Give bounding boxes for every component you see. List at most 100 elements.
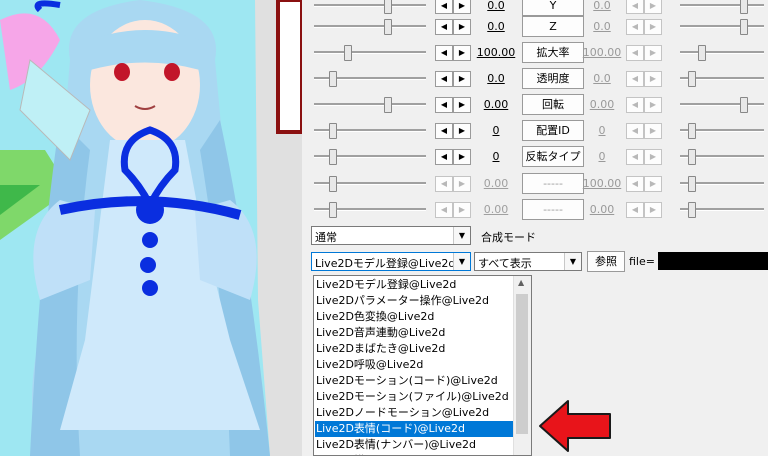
step-right-icon[interactable]: ▶ (644, 176, 662, 192)
param-slider-right[interactable] (680, 25, 764, 28)
step-right-icon[interactable]: ▶ (453, 19, 471, 35)
step-left-icon[interactable]: ◀ (626, 45, 644, 61)
step-right-icon[interactable]: ▶ (453, 71, 471, 87)
param-name-button[interactable]: ----- (522, 173, 584, 194)
script-select[interactable]: Live2Dモデル登録@Live2d ▼ (311, 252, 471, 271)
slider-thumb[interactable] (384, 97, 392, 113)
param-slider-left[interactable] (314, 4, 426, 7)
step-left-icon[interactable]: ◀ (626, 71, 644, 87)
step-right-icon[interactable]: ▶ (453, 149, 471, 165)
step-left-icon[interactable]: ◀ (626, 0, 644, 14)
list-scrollbar[interactable]: ▲ (513, 276, 531, 455)
param-slider-right[interactable] (680, 51, 764, 54)
param-name-button[interactable]: 回転 (522, 94, 584, 115)
list-item[interactable]: Live2D呼吸@Live2d (315, 357, 516, 373)
slider-thumb[interactable] (329, 149, 337, 165)
param-end-value[interactable]: 100.00 (580, 177, 624, 190)
param-slider-right[interactable] (680, 4, 764, 7)
step-right-icon[interactable]: ▶ (644, 123, 662, 139)
param-end-value[interactable]: 0.00 (580, 98, 624, 111)
step-left-icon[interactable]: ◀ (626, 202, 644, 218)
step-left-icon[interactable]: ◀ (626, 97, 644, 113)
step-right-icon[interactable]: ▶ (453, 0, 471, 14)
param-end-value[interactable]: 0.0 (580, 72, 624, 85)
step-left-icon[interactable]: ◀ (435, 176, 453, 192)
list-item[interactable]: Live2Dモーション(ファイル)@Live2d (315, 389, 516, 405)
slider-thumb[interactable] (740, 97, 748, 113)
step-left-icon[interactable]: ◀ (626, 149, 644, 165)
step-left-icon[interactable]: ◀ (626, 19, 644, 35)
param-name-button[interactable]: 拡大率 (522, 42, 584, 63)
step-left-icon[interactable]: ◀ (435, 123, 453, 139)
param-end-value[interactable]: 100.00 (580, 46, 624, 59)
param-slider-left[interactable] (314, 103, 426, 106)
step-left-icon[interactable]: ◀ (435, 45, 453, 61)
slider-thumb[interactable] (384, 19, 392, 35)
param-start-value[interactable]: 0.00 (474, 177, 518, 190)
blend-mode-select[interactable]: 通常 ▼ (311, 226, 471, 245)
step-left-icon[interactable]: ◀ (626, 176, 644, 192)
param-end-value[interactable]: 0.0 (580, 0, 624, 12)
step-left-icon[interactable]: ◀ (626, 123, 644, 139)
slider-thumb[interactable] (329, 176, 337, 192)
list-item[interactable]: Live2D音声連動@Live2d (315, 325, 516, 341)
slider-thumb[interactable] (688, 202, 696, 218)
script-dropdown-list[interactable]: Live2Dモデル登録@Live2d Live2Dパラメーター操作@Live2d L… (313, 275, 532, 456)
slider-thumb[interactable] (329, 71, 337, 87)
param-name-button[interactable]: ----- (522, 199, 584, 220)
slider-thumb[interactable] (688, 176, 696, 192)
param-name-button[interactable]: Z (522, 16, 584, 37)
slider-thumb[interactable] (384, 0, 392, 14)
step-right-icon[interactable]: ▶ (644, 0, 662, 14)
param-start-value[interactable]: 0.0 (474, 0, 518, 12)
slider-thumb[interactable] (698, 45, 706, 61)
param-start-value[interactable]: 100.00 (474, 46, 518, 59)
param-start-value[interactable]: 0 (474, 150, 518, 163)
list-item[interactable]: Live2Dモデル登録@Live2d (315, 277, 516, 293)
step-right-icon[interactable]: ▶ (453, 45, 471, 61)
step-left-icon[interactable]: ◀ (435, 0, 453, 14)
step-right-icon[interactable]: ▶ (644, 149, 662, 165)
param-slider-left[interactable] (314, 51, 426, 54)
param-name-button[interactable]: 透明度 (522, 68, 584, 89)
step-right-icon[interactable]: ▶ (453, 176, 471, 192)
list-item[interactable]: Live2D表情(ナンバー)@Live2d (315, 437, 516, 453)
slider-thumb[interactable] (740, 19, 748, 35)
list-item[interactable]: Live2D表情(コード)@Live2d (315, 421, 516, 437)
param-end-value[interactable]: 0 (580, 150, 624, 163)
param-slider-left[interactable] (314, 25, 426, 28)
step-right-icon[interactable]: ▶ (644, 202, 662, 218)
step-left-icon[interactable]: ◀ (435, 149, 453, 165)
step-left-icon[interactable]: ◀ (435, 202, 453, 218)
step-right-icon[interactable]: ▶ (453, 97, 471, 113)
slider-thumb[interactable] (344, 45, 352, 61)
step-right-icon[interactable]: ▶ (453, 123, 471, 139)
param-start-value[interactable]: 0.00 (474, 98, 518, 111)
param-end-value[interactable]: 0 (580, 124, 624, 137)
list-item[interactable]: Live2Dモーション(コード)@Live2d (315, 373, 516, 389)
step-right-icon[interactable]: ▶ (644, 97, 662, 113)
slider-thumb[interactable] (688, 149, 696, 165)
param-slider-right[interactable] (680, 103, 764, 106)
list-item[interactable]: Live2Dまばたき@Live2d (315, 341, 516, 357)
slider-thumb[interactable] (329, 123, 337, 139)
step-left-icon[interactable]: ◀ (435, 97, 453, 113)
param-start-value[interactable]: 0.0 (474, 72, 518, 85)
step-right-icon[interactable]: ▶ (644, 71, 662, 87)
step-right-icon[interactable]: ▶ (644, 45, 662, 61)
browse-button[interactable]: 参照 (587, 251, 625, 272)
param-name-button[interactable]: 配置ID (522, 120, 584, 141)
slider-thumb[interactable] (740, 0, 748, 14)
step-left-icon[interactable]: ◀ (435, 71, 453, 87)
scroll-up-icon[interactable]: ▲ (518, 278, 524, 287)
param-start-value[interactable]: 0 (474, 124, 518, 137)
param-start-value[interactable]: 0.0 (474, 20, 518, 33)
list-item[interactable]: Live2Dパラメーター操作@Live2d (315, 293, 516, 309)
slider-thumb[interactable] (329, 202, 337, 218)
param-end-value[interactable]: 0.0 (580, 20, 624, 33)
step-right-icon[interactable]: ▶ (453, 202, 471, 218)
list-item[interactable]: Live2Dノードモーション@Live2d (315, 405, 516, 421)
slider-thumb[interactable] (688, 71, 696, 87)
slider-thumb[interactable] (688, 123, 696, 139)
param-name-button[interactable]: 反転タイプ (522, 146, 584, 167)
